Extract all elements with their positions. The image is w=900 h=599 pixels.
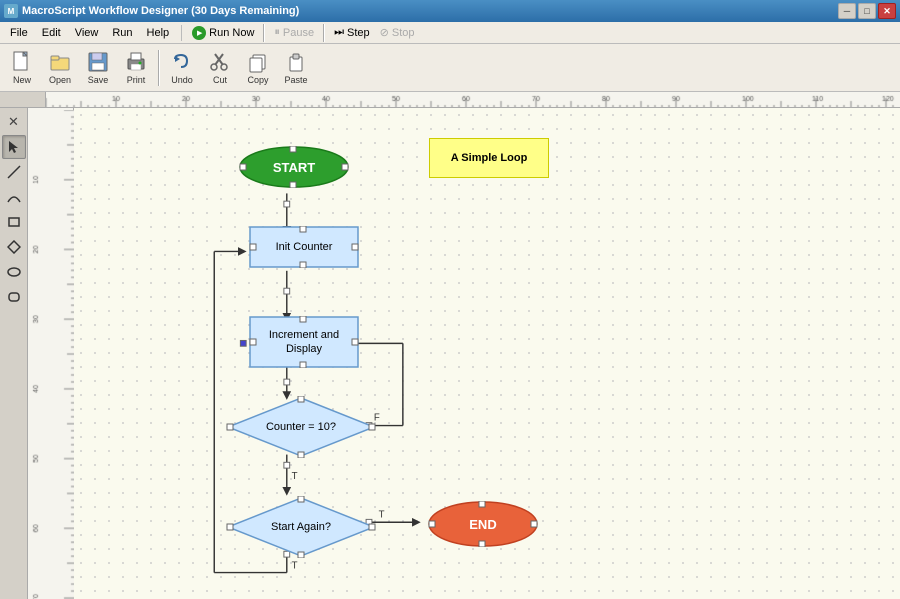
- menu-view[interactable]: View: [69, 25, 105, 41]
- init-counter-label: Init Counter: [249, 226, 359, 268]
- vertical-ruler: [28, 108, 74, 599]
- canvas-area[interactable]: F T T T: [74, 108, 900, 599]
- open-icon: [49, 51, 71, 73]
- svg-text:T: T: [379, 509, 385, 520]
- copy-icon: [247, 51, 269, 73]
- save-button[interactable]: Save: [80, 48, 116, 88]
- paste-icon: [285, 51, 307, 73]
- oval-tool[interactable]: [2, 260, 26, 284]
- title-text: MacroScript Workflow Designer (30 Days R…: [22, 5, 299, 17]
- paste-label: Paste: [284, 75, 307, 85]
- open-button[interactable]: Open: [42, 48, 78, 88]
- increment-shape[interactable]: Increment andDisplay: [249, 316, 359, 368]
- svg-text:T: T: [292, 471, 298, 482]
- app-icon: M: [4, 4, 18, 18]
- init-counter-shape[interactable]: Init Counter: [249, 226, 359, 268]
- title-bar: M MacroScript Workflow Designer (30 Days…: [0, 0, 900, 22]
- rounded-rect-tool[interactable]: [2, 285, 26, 309]
- counter-shape[interactable]: Counter = 10?: [226, 396, 376, 458]
- increment-label: Increment andDisplay: [249, 316, 359, 368]
- run-icon: [192, 26, 206, 40]
- sep-2: [323, 24, 325, 42]
- paste-button[interactable]: Paste: [278, 48, 314, 88]
- toolbar-sep-1: [158, 50, 160, 86]
- diamond-tool[interactable]: [2, 235, 26, 259]
- start-label: START: [239, 146, 349, 188]
- line-tool[interactable]: [2, 160, 26, 184]
- print-button[interactable]: Print: [118, 48, 154, 88]
- undo-icon: [171, 51, 193, 73]
- ruler-corner: [0, 92, 46, 108]
- menu-separator-1: [181, 25, 182, 41]
- pointer-tool[interactable]: [2, 135, 26, 159]
- pause-icon: ⏸: [274, 26, 280, 39]
- start-again-shape[interactable]: Start Again?: [226, 496, 376, 558]
- ruler-area: // draw ruler ticks via SVG: [0, 92, 900, 108]
- pause-button[interactable]: ⏸ Pause: [270, 24, 318, 41]
- open-label: Open: [49, 75, 71, 85]
- start-again-label: Start Again?: [226, 496, 376, 558]
- counter-label: Counter = 10?: [226, 396, 376, 458]
- step-icon: ⏭: [334, 26, 344, 39]
- step-label: Step: [347, 27, 370, 39]
- new-label: New: [13, 75, 31, 85]
- cut-icon: [209, 51, 231, 73]
- stop-icon: ⊘: [380, 26, 389, 39]
- cut-label: Cut: [213, 75, 227, 85]
- new-button[interactable]: New: [4, 48, 40, 88]
- menu-file[interactable]: File: [4, 25, 34, 41]
- menu-run[interactable]: Run: [106, 25, 138, 41]
- workspace-area: ✕: [0, 108, 900, 599]
- stop-label: Stop: [392, 27, 415, 39]
- tools-panel: ✕: [0, 108, 28, 599]
- cut-button[interactable]: Cut: [202, 48, 238, 88]
- save-icon: [87, 51, 109, 73]
- copy-button[interactable]: Copy: [240, 48, 276, 88]
- rect-tool[interactable]: [2, 210, 26, 234]
- start-shape[interactable]: START: [239, 146, 349, 188]
- note-label: A Simple Loop: [451, 152, 528, 164]
- undo-label: Undo: [171, 75, 193, 85]
- close-button[interactable]: ✕: [878, 3, 896, 19]
- menu-edit[interactable]: Edit: [36, 25, 67, 41]
- svg-text:T: T: [292, 561, 298, 572]
- new-icon: [11, 51, 33, 73]
- menu-help[interactable]: Help: [141, 25, 176, 41]
- menu-bar: File Edit View Run Help Run Now ⏸ Pause …: [0, 22, 900, 44]
- close-tool[interactable]: ✕: [2, 110, 26, 134]
- pause-label: Pause: [283, 27, 314, 39]
- horizontal-ruler: // draw ruler ticks via SVG: [46, 92, 900, 108]
- stop-button[interactable]: ⊘ Stop: [376, 24, 419, 41]
- step-button[interactable]: ⏭ Step: [330, 24, 374, 41]
- end-label: END: [428, 501, 538, 547]
- copy-label: Copy: [247, 75, 268, 85]
- undo-button[interactable]: Undo: [164, 48, 200, 88]
- print-label: Print: [127, 75, 146, 85]
- sep-1: [263, 24, 265, 42]
- run-now-button[interactable]: Run Now: [188, 24, 258, 42]
- end-shape[interactable]: END: [428, 501, 538, 547]
- maximize-button[interactable]: □: [858, 3, 876, 19]
- curve-tool[interactable]: [2, 185, 26, 209]
- save-label: Save: [88, 75, 109, 85]
- print-icon: [125, 51, 147, 73]
- minimize-button[interactable]: ─: [838, 3, 856, 19]
- toolbar: New Open Save: [0, 44, 900, 92]
- run-now-label: Run Now: [209, 27, 254, 39]
- note-shape[interactable]: A Simple Loop: [429, 138, 549, 178]
